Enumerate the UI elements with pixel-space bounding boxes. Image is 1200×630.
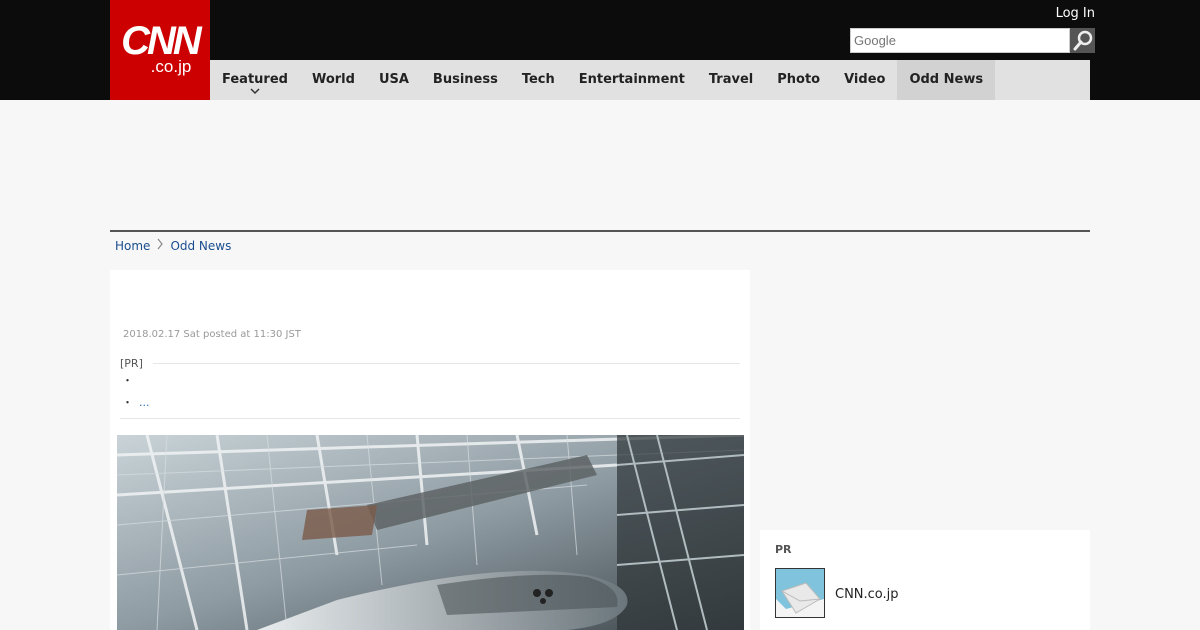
pr-item[interactable]: ・ (120, 370, 740, 392)
pr-bullet: ・ (122, 396, 133, 409)
cnn-logo[interactable]: CNN .co.jp (110, 0, 210, 100)
nav-item-world[interactable]: World (300, 60, 367, 100)
hangar-shuttle-image (117, 435, 744, 630)
breadcrumb-home[interactable]: Home (115, 239, 150, 253)
logo-sub-text: .co.jp (150, 57, 192, 76)
sidebar-pr-box: PR CNN.co.jp (760, 530, 1090, 630)
section-divider (110, 230, 1090, 232)
search-icon (1073, 30, 1092, 50)
pr-block: [PR] ・ ・... (120, 357, 740, 419)
breadcrumb: Home Odd News (115, 238, 231, 253)
nav-item-featured[interactable]: Featured (210, 60, 300, 100)
nav-item-video[interactable]: Video (832, 60, 897, 100)
article-photo (117, 435, 744, 630)
pr-item[interactable]: ・... (120, 392, 740, 414)
main-nav: Featured World USA Business Tech Enterta… (210, 60, 1090, 100)
pr-header: [PR] (120, 357, 740, 370)
article-date: 2018.02.17 Sat posted at 11:30 JST (123, 329, 301, 340)
chevron-down-icon (250, 88, 260, 95)
nav-item-usa[interactable]: USA (367, 60, 421, 100)
article-card: 2018.02.17 Sat posted at 11:30 JST [PR] … (110, 270, 750, 630)
sidebar-pr-label: PR (775, 543, 792, 556)
pr-label: [PR] (120, 357, 143, 370)
sidebar-pr-text[interactable]: CNN.co.jp (835, 587, 899, 602)
breadcrumb-current[interactable]: Odd News (170, 239, 231, 253)
nav-item-odd-news[interactable]: Odd News (897, 60, 996, 100)
search-button[interactable] (1070, 28, 1095, 53)
pr-link[interactable]: ... (139, 396, 150, 409)
chevron-right-icon (156, 238, 164, 253)
pr-bullet: ・ (122, 374, 133, 387)
nav-item-travel[interactable]: Travel (697, 60, 765, 100)
search-input[interactable] (851, 29, 1069, 52)
sidebar-pr-thumbnail[interactable] (775, 568, 825, 618)
pr-divider (152, 363, 740, 364)
nav-item-business[interactable]: Business (421, 60, 510, 100)
pr-thumbnail-image (776, 569, 824, 617)
nav-item-photo[interactable]: Photo (765, 60, 832, 100)
login-link[interactable]: Log In (1056, 6, 1095, 21)
search-box[interactable] (850, 28, 1070, 53)
logo-main-text: CNN (121, 19, 202, 63)
nav-item-tech[interactable]: Tech (510, 60, 567, 100)
nav-item-entertainment[interactable]: Entertainment (567, 60, 697, 100)
nav-item-label: Featured (222, 72, 288, 87)
pr-divider-bottom (120, 418, 740, 419)
